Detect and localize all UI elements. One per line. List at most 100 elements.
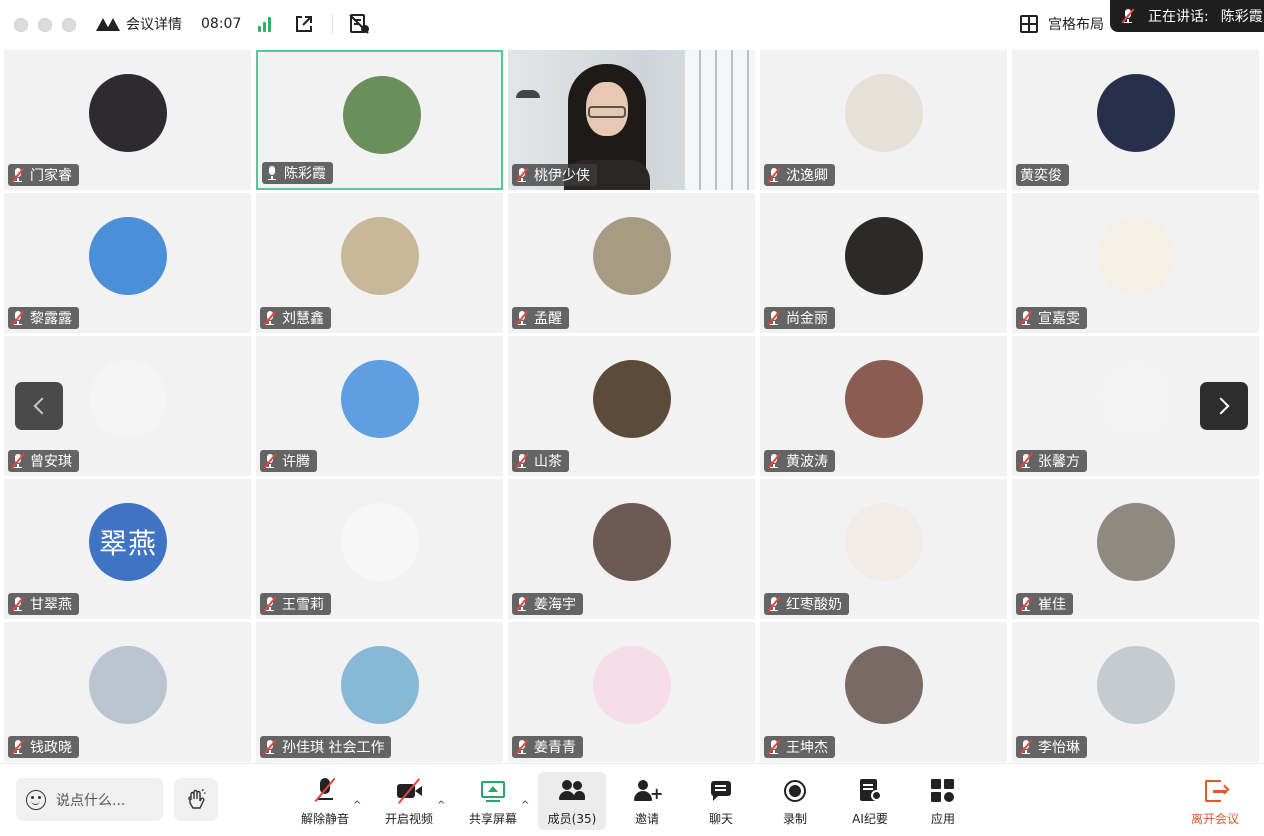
participant-tile[interactable]: 姜青青 (508, 622, 755, 762)
participant-tile[interactable]: 李怡琳 (1012, 622, 1259, 762)
external-link-icon (296, 16, 312, 32)
avatar (341, 503, 419, 581)
participant-name-tag: 王雪莉 (260, 593, 331, 615)
invite-button[interactable]: + 邀请 (624, 772, 670, 830)
avatar (341, 360, 419, 438)
minimize-window-button[interactable] (38, 18, 52, 32)
participant-tile[interactable]: 钱政晓 (4, 622, 251, 762)
participant-tile[interactable]: 山茶 (508, 336, 755, 476)
participant-name-tag: 黎露露 (8, 307, 79, 329)
title-divider (332, 14, 333, 34)
avatar (1097, 217, 1175, 295)
layout-toggle-button[interactable]: 宫格布局 (1020, 0, 1104, 48)
participant-tile[interactable]: 黄奕俊 (1012, 50, 1259, 190)
participant-tile[interactable]: 孟醒 (508, 193, 755, 333)
participant-tile[interactable]: 桃伊少侠 (508, 50, 755, 190)
participant-name: 许腾 (282, 454, 310, 470)
next-page-button[interactable] (1200, 382, 1248, 430)
participant-tile[interactable]: 许腾 (256, 336, 503, 476)
participant-name-tag: 孙佳琪 社会工作 (260, 736, 392, 758)
muted-mic-icon (11, 167, 25, 183)
share-screen-button[interactable]: 共享屏幕 (464, 772, 522, 830)
speaking-label: 正在讲话: (1148, 9, 1209, 25)
participant-name: 孟醒 (534, 311, 562, 327)
network-signal[interactable] (258, 0, 271, 48)
participant-name: 红枣酸奶 (786, 597, 842, 613)
record-button[interactable]: 录制 (772, 772, 818, 830)
participant-name-tag: 王坤杰 (764, 736, 835, 758)
record-icon (782, 778, 808, 804)
participant-tile[interactable]: 门家睿 (4, 50, 251, 190)
share-screen-icon (480, 778, 506, 804)
participant-name: 王坤杰 (786, 740, 828, 756)
invite-label: 邀请 (634, 812, 659, 826)
avatar (341, 646, 419, 724)
participant-tile[interactable]: 刘慧鑫 (256, 193, 503, 333)
unmute-button[interactable]: 解除静音 (296, 772, 354, 830)
participant-tile[interactable]: 沈逸卿 (760, 50, 1007, 190)
previous-page-button[interactable] (15, 382, 63, 430)
participant-name-tag: 姜海宇 (512, 593, 583, 615)
avatar (1097, 646, 1175, 724)
participant-name: 姜青青 (534, 740, 576, 756)
participant-tile[interactable]: 崔佳 (1012, 479, 1259, 619)
pop-out-button[interactable] (294, 0, 314, 48)
participant-tile[interactable]: 王坤杰 (760, 622, 1007, 762)
participant-tile[interactable]: 王雪莉 (256, 479, 503, 619)
zoom-window-button[interactable] (62, 18, 76, 32)
participant-tile[interactable]: 翠燕 甘翠燕 (4, 479, 251, 619)
apps-grid-icon (930, 778, 956, 804)
host-tools-button[interactable] (348, 0, 370, 48)
leave-meeting-button[interactable]: 离开会议 (1184, 772, 1246, 830)
participant-name-tag: 陈彩霞 (262, 162, 333, 184)
participant-name: 黎露露 (30, 311, 72, 327)
muted-mic-icon (515, 167, 529, 183)
chevron-left-icon (33, 397, 51, 415)
participant-name: 崔佳 (1038, 597, 1066, 613)
participant-name: 尚金丽 (786, 311, 828, 327)
ai-notes-icon (857, 778, 883, 804)
muted-mic-icon (515, 596, 529, 612)
share-options-caret[interactable]: ^ (521, 800, 529, 811)
participant-tile[interactable]: 红枣酸奶 (760, 479, 1007, 619)
participant-grid: 门家睿 陈彩霞 桃伊少侠 沈逸卿 黄奕俊黎露露 刘慧鑫 孟醒 尚金丽 宣嘉雯曾安琪 许腾 山茶 黄波涛… (4, 48, 1260, 763)
unmute-label: 解除静音 (300, 812, 349, 826)
participant-tile[interactable]: 孙佳琪 社会工作 (256, 622, 503, 762)
participant-tile[interactable]: 黄波涛 (760, 336, 1007, 476)
participant-tile[interactable]: 黎露露 (4, 193, 251, 333)
signal-strength-icon (258, 16, 271, 32)
close-window-button[interactable] (14, 18, 28, 32)
members-button[interactable]: 成员(35) (538, 772, 606, 830)
avatar (845, 74, 923, 152)
participant-tile[interactable]: 尚金丽 (760, 193, 1007, 333)
participant-tile[interactable]: 姜海宇 (508, 479, 755, 619)
chevron-right-icon (1212, 397, 1230, 415)
ai-minutes-button[interactable]: AI纪要 (844, 772, 896, 830)
avatar (845, 503, 923, 581)
chat-button[interactable]: 聊天 (698, 772, 744, 830)
muted-mic-icon (263, 453, 277, 469)
raise-hand-button[interactable] (174, 778, 218, 821)
muted-mic-icon (263, 310, 277, 326)
muted-mic-icon (1019, 739, 1033, 755)
avatar (845, 217, 923, 295)
start-video-button[interactable]: 开启视频 (380, 772, 438, 830)
participant-name-tag: 刘慧鑫 (260, 307, 331, 329)
speaking-indicator: 正在讲话: 陈彩霞 (1110, 0, 1264, 32)
quick-chat-input[interactable]: 说点什么... (16, 778, 163, 821)
avatar (845, 360, 923, 438)
participant-name: 陈彩霞 (284, 166, 326, 182)
ai-minutes-label: AI纪要 (852, 812, 888, 826)
participant-tile[interactable]: 宣嘉雯 (1012, 193, 1259, 333)
participant-tile[interactable]: 陈彩霞 (256, 50, 503, 190)
muted-microphone-icon (312, 777, 338, 804)
participant-name: 曾安琪 (30, 454, 72, 470)
video-options-caret[interactable]: ^ (437, 800, 445, 811)
participant-name: 桃伊少侠 (534, 168, 590, 184)
apps-button[interactable]: 应用 (920, 772, 966, 830)
chat-placeholder: 说点什么... (56, 792, 126, 809)
meeting-timer: 08:07 (201, 0, 241, 48)
meeting-details-button[interactable]: 会议详情 (96, 0, 182, 48)
participant-name: 黄波涛 (786, 454, 828, 470)
audio-options-caret[interactable]: ^ (353, 800, 361, 811)
